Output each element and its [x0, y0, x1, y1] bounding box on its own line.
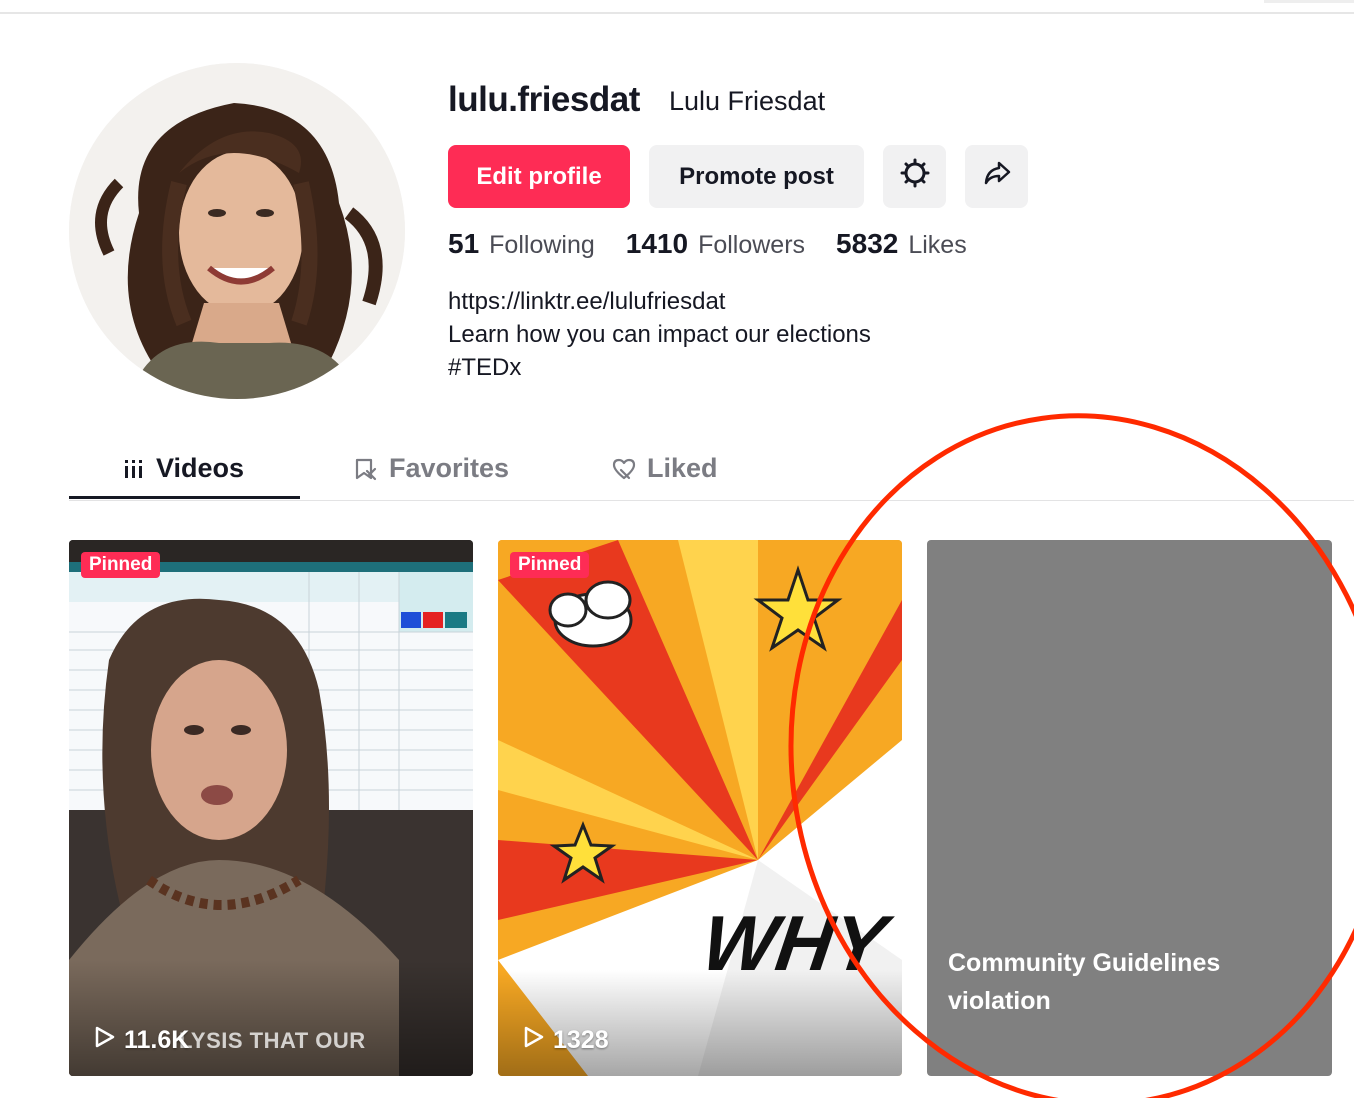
bio-hashtag[interactable]: #TEDx: [448, 351, 871, 384]
share-button[interactable]: [965, 145, 1028, 208]
profile-handle: lulu.friesdat: [448, 80, 640, 119]
tab-videos-label: Videos: [156, 453, 245, 483]
tab-videos[interactable]: Videos: [122, 440, 244, 497]
video-card[interactable]: Pinned LYSIS THAT OUR 11.6K: [69, 540, 473, 1076]
bookmark-icon: [353, 456, 379, 482]
browser-top-rule: [0, 12, 1354, 14]
active-tab-indicator: [69, 496, 300, 499]
tab-favorites-label: Favorites: [389, 453, 510, 483]
pinned-badge: Pinned: [81, 552, 161, 578]
gear-icon: [900, 158, 930, 195]
stat-likes: 5832 Likes: [836, 228, 967, 260]
stat-followers-value: 1410: [625, 228, 689, 259]
bio-line: Learn how you can impact our elections: [448, 321, 871, 348]
stat-following-label: Following: [489, 231, 595, 259]
stat-likes-label: Likes: [908, 231, 967, 259]
view-count: 11.6K: [94, 1025, 189, 1056]
video-thumbnail: [69, 540, 473, 1076]
bio-link[interactable]: https://linktr.ee/lulufriesdat: [448, 285, 871, 318]
video-thumbnail: WHY: [498, 540, 902, 1076]
view-count-value: 1328: [553, 1026, 609, 1054]
stat-followers[interactable]: 1410 Followers: [626, 228, 805, 260]
tab-liked[interactable]: Liked: [611, 440, 718, 497]
play-icon: [94, 1025, 124, 1056]
play-icon: [523, 1025, 553, 1056]
tab-liked-label: Liked: [647, 453, 718, 483]
stat-followers-label: Followers: [698, 231, 806, 259]
video-card-removed[interactable]: Community Guidelines violation: [927, 540, 1332, 1076]
profile-display-name: Lulu Friesdat: [669, 86, 826, 116]
view-count-value: 11.6K: [124, 1026, 190, 1054]
tab-favorites[interactable]: Favorites: [353, 440, 509, 497]
edit-profile-button[interactable]: Edit profile: [448, 145, 630, 208]
tabs-divider: [69, 500, 1354, 501]
share-arrow-icon: [982, 158, 1012, 195]
profile-stats: 51 Following 1410 Followers 5832 Likes: [448, 228, 998, 260]
video-caption-overlay: LYSIS THAT OUR: [179, 1028, 366, 1053]
avatar[interactable]: [69, 63, 405, 399]
settings-button[interactable]: [883, 145, 946, 208]
promote-post-button[interactable]: Promote post: [649, 145, 864, 208]
view-count: 1328: [523, 1025, 609, 1056]
profile-bio: https://linktr.ee/lulufriesdat Learn how…: [448, 285, 871, 384]
browser-corner: [1264, 0, 1354, 3]
pinned-badge: Pinned: [510, 552, 590, 578]
video-card[interactable]: WHY Pinned 1328: [498, 540, 902, 1076]
stat-following[interactable]: 51 Following: [448, 228, 595, 260]
community-guidelines-violation-label: Community Guidelines violation: [948, 949, 1221, 1015]
stat-following-value: 51: [448, 228, 480, 259]
grid-bars-icon: [122, 457, 146, 481]
stat-likes-value: 5832: [836, 228, 899, 259]
heart-outline-icon: [611, 456, 637, 482]
